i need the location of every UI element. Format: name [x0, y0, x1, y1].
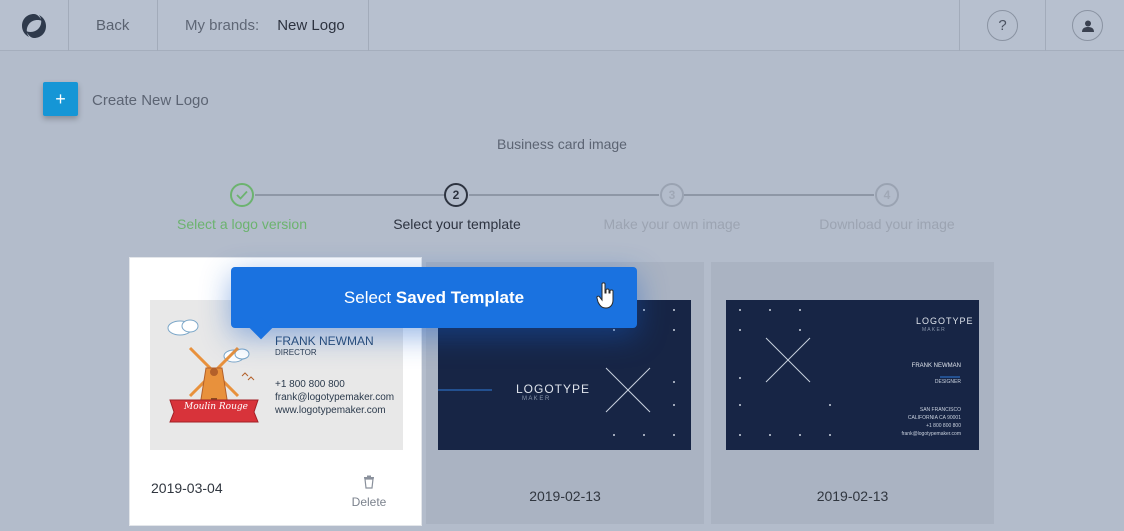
card-city: SAN FRANCISCO — [919, 407, 961, 413]
card-state: CALIFORNIA CA 90001 — [907, 415, 961, 421]
card-logo-text: LOGOTYPE — [516, 382, 591, 396]
card-phone: +1 800 800 800 — [275, 379, 345, 390]
template-date: 2019-02-13 — [529, 488, 601, 504]
tooltip-prefix: Select — [343, 287, 396, 307]
stepper-line — [684, 194, 874, 196]
card-website: www.logotypemaker.com — [275, 405, 386, 416]
card-email: frank@logotypemaker.com — [275, 392, 395, 403]
card-title: DESIGNER — [934, 379, 961, 385]
section-title: Business card image — [497, 136, 627, 152]
select-saved-template-tooltip: Select Saved Template — [231, 267, 637, 328]
stepper-line — [255, 194, 444, 196]
step-2-label: Select your template — [393, 216, 521, 232]
brand-value[interactable]: New Logo — [277, 17, 345, 34]
create-new-logo-label[interactable]: Create New Logo — [92, 92, 209, 109]
card-title: DIRECTOR — [275, 348, 317, 357]
delete-label: Delete — [351, 495, 387, 509]
card-logo-subtext: M A K E R — [922, 327, 945, 333]
card-name: FRANK NEWMAN — [911, 363, 961, 369]
step-1-label[interactable]: Select a logo version — [142, 216, 342, 232]
help-icon: ? — [987, 10, 1018, 41]
card-phone: +1 800 800 800 — [926, 423, 961, 429]
delete-button[interactable]: Delete — [349, 475, 389, 509]
step-3-indicator: 3 — [660, 183, 684, 207]
card-email: frank@logotypemaker.com — [901, 431, 961, 437]
tooltip-bold-text: Saved Template — [395, 287, 525, 307]
top-bar: Back My brands: New Logo ? — [0, 0, 1124, 51]
app-logo-icon[interactable] — [14, 0, 54, 51]
brands-label: My brands: — [185, 17, 260, 34]
step-4-label: Download your image — [819, 216, 955, 232]
create-new-logo-button[interactable]: + — [43, 82, 78, 116]
help-button[interactable]: ? — [987, 0, 1018, 51]
card-logo-subtext: M A K E R — [522, 396, 550, 402]
step-1-check-icon — [230, 183, 254, 207]
template-card-3[interactable]: LOGOTYPE M A K E R FRANK NEWMAN DESIGNER… — [711, 262, 994, 524]
back-button[interactable]: Back — [96, 0, 129, 51]
card-name: FRANK NEWMAN — [275, 334, 374, 348]
brand-selector[interactable]: My brands: New Logo — [185, 0, 345, 51]
hand-pointer-icon — [596, 281, 616, 314]
step-4-indicator: 4 — [875, 183, 899, 207]
step-2-indicator: 2 — [444, 183, 468, 207]
template-date: 2019-03-04 — [151, 480, 223, 496]
card-logo-text: LOGOTYPE — [916, 316, 974, 326]
stepper-line — [469, 194, 659, 196]
user-icon — [1072, 10, 1103, 41]
trash-icon — [349, 475, 389, 493]
user-account-button[interactable] — [1072, 0, 1103, 51]
business-card-preview: LOGOTYPE M A K E R FRANK NEWMAN DESIGNER… — [726, 300, 979, 450]
template-date: 2019-02-13 — [816, 488, 889, 504]
step-3-label: Make your own image — [603, 216, 741, 232]
card-banner-text: Moulin Rouge — [184, 402, 248, 412]
